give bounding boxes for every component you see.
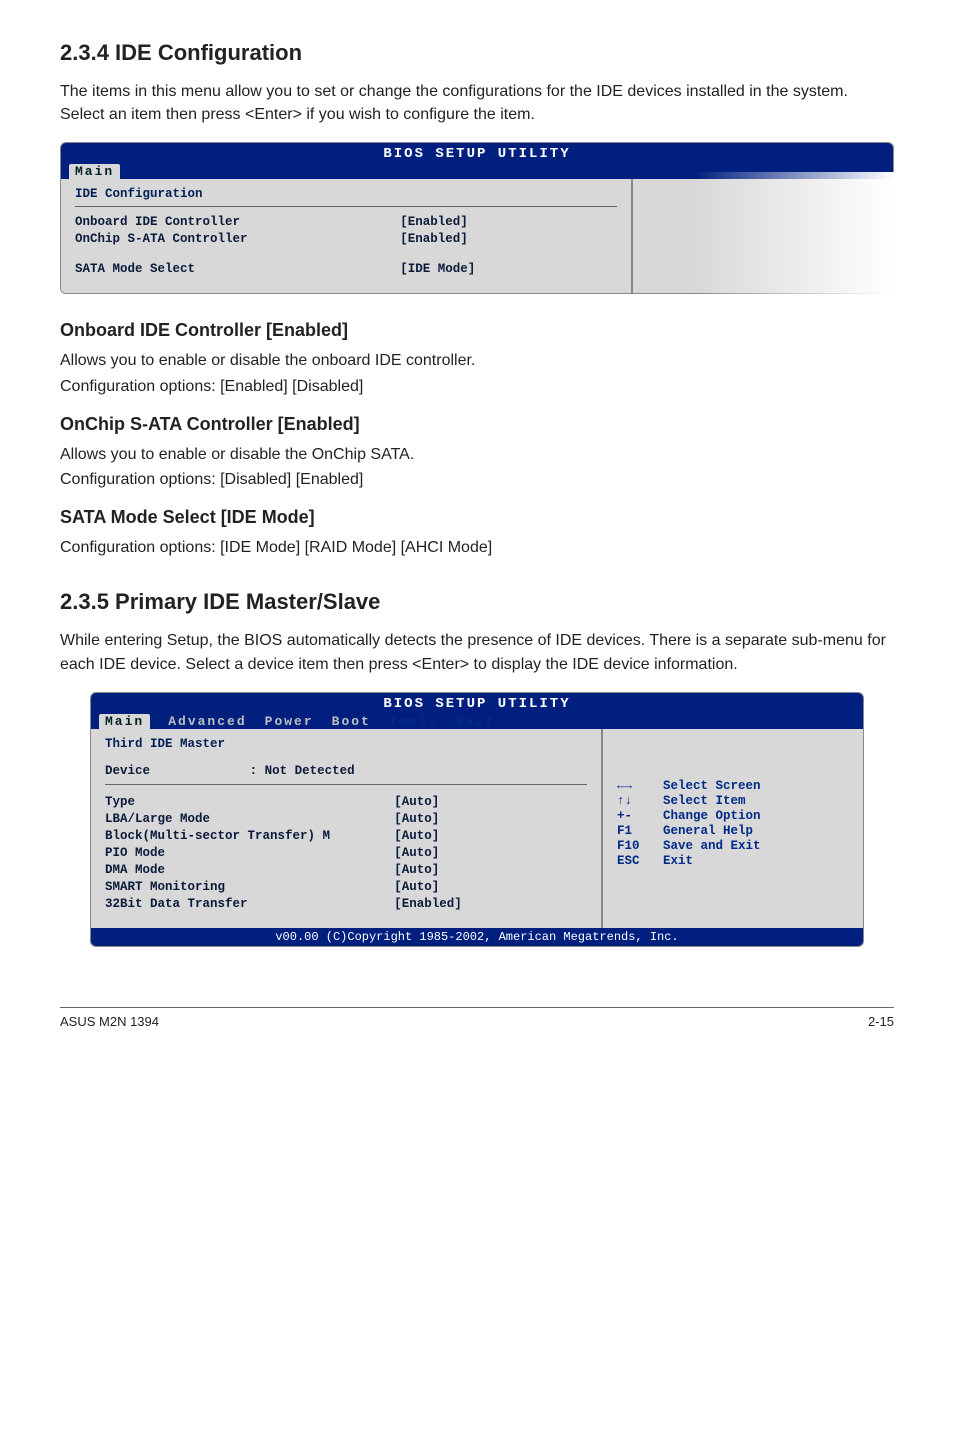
sub-body: Allows you to enable or disable the onbo… xyxy=(60,349,894,372)
bios-header-title: BIOS SETUP UTILITY xyxy=(383,146,570,162)
bios-row-value: [IDE Mode] xyxy=(400,262,617,276)
help-key-plusminus-icon: +- xyxy=(617,809,663,823)
bios-row[interactable]: SATA Mode Select [IDE Mode] xyxy=(75,262,617,276)
bios-row[interactable]: DMA Mode [Auto] xyxy=(105,863,587,877)
bios-row-label: SMART Monitoring xyxy=(105,880,394,894)
bios-group-title: Third IDE Master xyxy=(105,737,587,756)
bios-row-label: Type xyxy=(105,795,394,809)
bios-row-value: [Auto] xyxy=(394,812,587,826)
bios-footer: v00.00 (C)Copyright 1985-2002, American … xyxy=(91,928,863,946)
bios-row[interactable]: PIO Mode [Auto] xyxy=(105,846,587,860)
help-text: Change Option xyxy=(663,809,761,823)
bios-row[interactable]: Type [Auto] xyxy=(105,795,587,809)
section-title-235: 2.3.5 Primary IDE Master/Slave xyxy=(60,589,894,615)
footer-right: 2-15 xyxy=(868,1014,894,1029)
footer-divider xyxy=(60,1007,894,1008)
tab-power[interactable]: Power xyxy=(265,714,314,729)
bios-row[interactable]: OnChip S-ATA Controller [Enabled] xyxy=(75,232,617,246)
help-key-f10: F10 xyxy=(617,839,663,853)
bios-row[interactable]: Block(Multi-sector Transfer) M [Auto] xyxy=(105,829,587,843)
help-text: Exit xyxy=(663,854,693,868)
bios-row-label: 32Bit Data Transfer xyxy=(105,897,394,911)
section-intro-235: While entering Setup, the BIOS automatic… xyxy=(60,629,894,675)
help-key-esc: ESC xyxy=(617,854,663,868)
footer-left: ASUS M2N 1394 xyxy=(60,1014,159,1029)
section-intro-234: The items in this menu allow you to set … xyxy=(60,80,894,126)
bios-header: BIOS SETUP UTILITY Main Advanced Power B… xyxy=(91,693,863,729)
bios-row-label: LBA/Large Mode xyxy=(105,812,394,826)
bios-header-title: BIOS SETUP UTILITY xyxy=(383,696,570,712)
sub-body: Configuration options: [Enabled] [Disabl… xyxy=(60,375,894,398)
bios-row-value: [Enabled] xyxy=(394,897,587,911)
bios-row-label: Block(Multi-sector Transfer) M xyxy=(105,829,394,843)
bios-panel-234: BIOS SETUP UTILITY Main IDE Configuratio… xyxy=(60,142,894,294)
tab-main[interactable]: Main xyxy=(99,714,150,729)
bios-device-row: Device : Not Detected xyxy=(105,764,587,785)
bios-row-label: DMA Mode xyxy=(105,863,394,877)
subheading: Onboard IDE Controller [Enabled] xyxy=(60,320,894,341)
bios-row[interactable]: LBA/Large Mode [Auto] xyxy=(105,812,587,826)
help-text: Select Screen xyxy=(663,779,761,793)
sub-body: Allows you to enable or disable the OnCh… xyxy=(60,443,894,466)
bios-row-value: [Auto] xyxy=(394,863,587,877)
bios-row-value: [Enabled] xyxy=(400,215,617,229)
tab-main[interactable]: Main xyxy=(69,164,120,179)
bios-row-value: [Enabled] xyxy=(400,232,617,246)
sub-body: Configuration options: [IDE Mode] [RAID … xyxy=(60,536,894,559)
bios-row[interactable]: 32Bit Data Transfer [Enabled] xyxy=(105,897,587,911)
bios-right-pane: ←→Select Screen ↑↓Select Item +-Change O… xyxy=(603,729,863,928)
bios-header: BIOS SETUP UTILITY Main xyxy=(61,143,893,179)
help-key-arrows-ud-icon: ↑↓ xyxy=(617,794,663,808)
tab-tools[interactable]: Tools xyxy=(389,714,438,729)
sub-body: Configuration options: [Disabled] [Enabl… xyxy=(60,468,894,491)
device-value: : Not Detected xyxy=(250,764,587,778)
help-row: ↑↓Select Item xyxy=(617,794,849,808)
bios-left-pane: Third IDE Master Device : Not Detected T… xyxy=(91,729,603,928)
help-text: General Help xyxy=(663,824,753,838)
bios-row-label: Onboard IDE Controller xyxy=(75,215,400,229)
help-row: ←→Select Screen xyxy=(617,779,849,793)
tab-exit[interactable]: Exit xyxy=(456,714,495,729)
tab-boot[interactable]: Boot xyxy=(332,714,371,729)
bios-row[interactable]: Onboard IDE Controller [Enabled] xyxy=(75,215,617,229)
bios-row-value: [Auto] xyxy=(394,795,587,809)
bios-row-label: SATA Mode Select xyxy=(75,262,400,276)
help-key-f1: F1 xyxy=(617,824,663,838)
page-footer: ASUS M2N 1394 2-15 xyxy=(60,1014,894,1029)
bios-row-label: PIO Mode xyxy=(105,846,394,860)
bios-row[interactable]: SMART Monitoring [Auto] xyxy=(105,880,587,894)
help-row: F1General Help xyxy=(617,824,849,838)
bios-row-value: [Auto] xyxy=(394,880,587,894)
bios-group-title: IDE Configuration xyxy=(75,187,617,207)
bios-left-pane: IDE Configuration Onboard IDE Controller… xyxy=(61,179,633,293)
bios-row-value: [Auto] xyxy=(394,829,587,843)
device-label: Device xyxy=(105,764,250,778)
help-row: F10Save and Exit xyxy=(617,839,849,853)
subheading: OnChip S-ATA Controller [Enabled] xyxy=(60,414,894,435)
help-row: ESCExit xyxy=(617,854,849,868)
help-text: Save and Exit xyxy=(663,839,761,853)
bios-row-value: [Auto] xyxy=(394,846,587,860)
help-key-arrows-lr-icon: ←→ xyxy=(617,779,663,793)
subheading: SATA Mode Select [IDE Mode] xyxy=(60,507,894,528)
bios-row-label: OnChip S-ATA Controller xyxy=(75,232,400,246)
bios-panel-235: BIOS SETUP UTILITY Main Advanced Power B… xyxy=(90,692,864,947)
bios-right-pane xyxy=(633,179,893,293)
help-text: Select Item xyxy=(663,794,746,808)
section-title-234: 2.3.4 IDE Configuration xyxy=(60,40,894,66)
tab-advanced[interactable]: Advanced xyxy=(168,714,246,729)
help-row: +-Change Option xyxy=(617,809,849,823)
